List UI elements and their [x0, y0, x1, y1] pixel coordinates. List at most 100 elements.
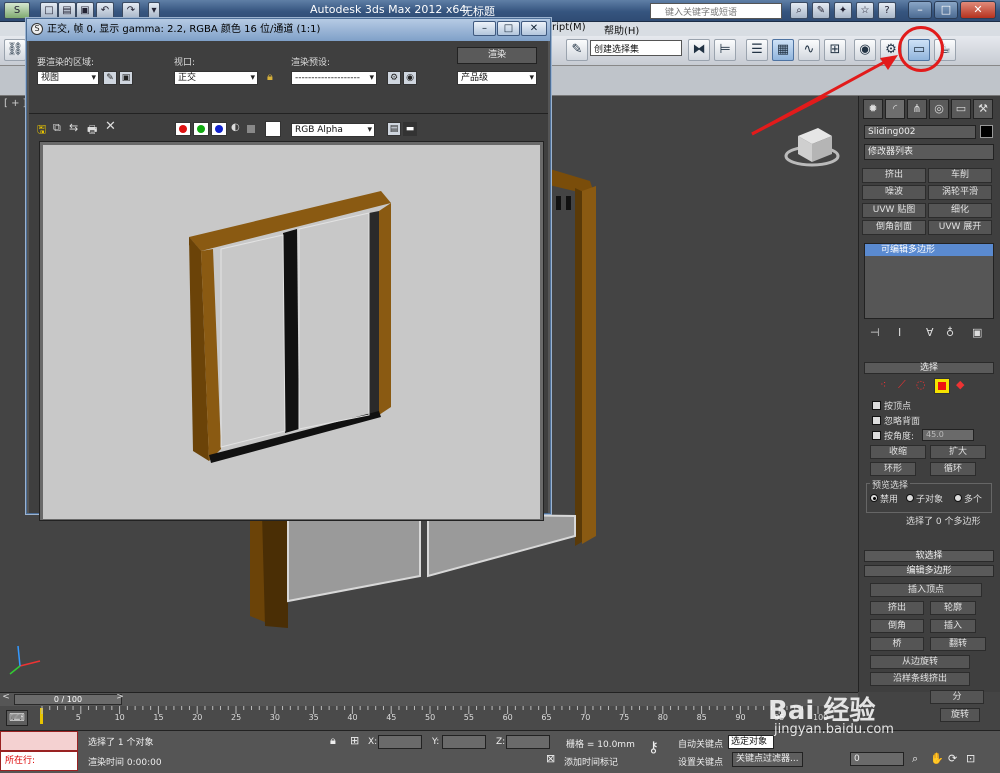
by-angle-checkbox[interactable] [872, 431, 881, 440]
z-coordinate-field[interactable] [506, 735, 550, 749]
outline-button[interactable]: 轮廓 [930, 601, 976, 615]
render-canvas[interactable] [43, 145, 540, 519]
render-window-maximize-icon[interactable]: □ [497, 21, 520, 36]
object-color-swatch[interactable] [980, 125, 993, 138]
rollout-selection-header[interactable]: 选择 [864, 362, 994, 374]
background-color-swatch[interactable] [265, 121, 281, 137]
make-unique-icon[interactable]: ∀ [926, 326, 934, 339]
save-image-icon[interactable]: 🖫︎ [37, 121, 46, 140]
set-key-mode-icon[interactable]: ⚷ [648, 738, 659, 756]
pan-icon[interactable]: ✋ [930, 752, 944, 765]
modifier-button-tessellate[interactable]: 细化 [928, 203, 992, 218]
remove-modifier-icon[interactable]: ♁ [946, 326, 954, 339]
flip-button[interactable]: 翻转 [930, 637, 986, 651]
zoom-icon[interactable]: ⌕ [912, 752, 918, 766]
render-setup-small-icon[interactable]: ⚙ [387, 71, 401, 85]
toggle-ui-icon[interactable]: ▬ [403, 122, 417, 136]
render-button[interactable]: 渲染 [457, 47, 537, 64]
inset-button[interactable]: 插入 [930, 619, 976, 633]
render-window-close-icon[interactable]: ✕ [521, 21, 547, 36]
lock-viewport-icon[interactable]: 🔒︎ [267, 70, 273, 84]
rendered-frame-window[interactable]: 正交, 帧 0, 显示 gamma: 2.2, RGBA 颜色 16 位/通道 … [26, 18, 551, 521]
add-time-tag-text[interactable]: 添加时间标记 [564, 755, 618, 768]
modifier-button-lathe[interactable]: 车削 [928, 168, 992, 183]
insert-vertex-button[interactable]: 插入顶点 [870, 583, 982, 597]
edge-mode-icon[interactable]: ⟋ [898, 378, 906, 392]
display-channel-dropdown[interactable]: RGB Alpha [291, 123, 375, 137]
ring-button[interactable]: 环形 [870, 462, 916, 476]
selected-object-dropdown[interactable]: 选定对象 [728, 735, 774, 749]
clone-window-icon[interactable]: ⇆ [69, 121, 78, 134]
render-window-title[interactable]: 正交, 帧 0, 显示 gamma: 2.2, RGBA 颜色 16 位/通道 … [27, 19, 550, 41]
viewport-dropdown[interactable]: 正交 [174, 71, 258, 85]
time-slider-next-icon[interactable]: > [114, 692, 126, 706]
toggle-ui-overlay-icon[interactable]: ▤ [387, 122, 401, 136]
auto-region-icon[interactable]: ▣ [119, 71, 133, 85]
object-name-field[interactable]: Sliding002 [864, 125, 976, 139]
maximize-viewport-icon[interactable]: ⊡ [966, 752, 975, 765]
hierarchy-tab-icon[interactable]: ⋔ [907, 99, 927, 119]
grow-button[interactable]: 扩大 [930, 445, 986, 459]
time-slider-track[interactable] [0, 692, 858, 706]
motion-tab-icon[interactable]: ◎ [929, 99, 949, 119]
subdivide-button[interactable]: 分 [930, 690, 984, 704]
render-preset-dropdown[interactable]: -------------------- [291, 71, 377, 85]
display-tab-icon[interactable]: ▭ [951, 99, 971, 119]
monochrome-icon[interactable] [247, 125, 255, 133]
preview-off-radio[interactable] [870, 494, 878, 502]
turn-button[interactable]: 旋转 [940, 708, 980, 722]
render-window-minimize-icon[interactable]: – [473, 21, 496, 36]
modify-tab-icon[interactable]: ◜ [885, 99, 905, 119]
angle-spinner[interactable]: 45.0 [922, 429, 974, 441]
ignore-backfacing-checkbox[interactable] [872, 416, 881, 425]
green-channel-toggle[interactable] [193, 122, 209, 136]
element-mode-icon[interactable]: ◆ [956, 378, 964, 391]
modifier-button-bevel-profile[interactable]: 倒角剖面 [862, 220, 926, 235]
set-key-label[interactable]: 设置关键点 [678, 755, 723, 768]
extrude-along-spline-button[interactable]: 沿样条线挤出 [870, 672, 970, 686]
clear-image-icon[interactable]: ✕ [105, 119, 116, 134]
bevel-button[interactable]: 倒角 [870, 619, 924, 633]
rollout-soft-selection-header[interactable]: 软选择 [864, 550, 994, 562]
orbit-icon[interactable]: ⟳ [948, 752, 957, 765]
rollout-edit-polygons-header[interactable]: 编辑多边形 [864, 565, 994, 577]
border-mode-icon[interactable]: ◌ [916, 378, 926, 391]
preview-multi-radio[interactable] [954, 494, 962, 502]
mini-curve-editor-icon[interactable]: ⌨ [6, 710, 28, 726]
y-coordinate-field[interactable] [442, 735, 486, 749]
selection-lock-icon[interactable]: 🔒︎ [330, 734, 336, 748]
configure-modifier-sets-icon[interactable]: ▣ [972, 326, 982, 339]
show-end-result-icon[interactable]: Ⅰ [898, 326, 901, 339]
environment-effects-icon[interactable]: ◉ [403, 71, 417, 85]
bridge-button[interactable]: 桥 [870, 637, 924, 651]
x-coordinate-field[interactable] [378, 735, 422, 749]
edit-region-icon[interactable]: ✎ [103, 71, 117, 85]
print-image-icon[interactable]: 🖶︎ [87, 121, 97, 140]
modifier-button-uvw-map[interactable]: UVW 贴图 [862, 203, 926, 218]
maxscript-listener-top[interactable] [0, 731, 78, 751]
area-to-render-dropdown[interactable]: 视图 [37, 71, 99, 85]
red-channel-toggle[interactable] [175, 122, 191, 136]
shrink-button[interactable]: 收缩 [870, 445, 926, 459]
by-vertex-checkbox[interactable] [872, 401, 881, 410]
modifier-button-noise[interactable]: 噪波 [862, 185, 926, 200]
alpha-channel-icon[interactable]: ◐ [231, 122, 240, 133]
maxscript-listener-bottom[interactable]: 所在行: [0, 751, 78, 771]
utilities-tab-icon[interactable]: ⚒ [973, 99, 993, 119]
modifier-button-extrude[interactable]: 挤出 [862, 168, 926, 183]
time-tag-icon[interactable]: ⊠ [546, 752, 555, 765]
stack-item-editable-poly[interactable]: 可编辑多边形 [865, 244, 993, 256]
modifier-button-turbosmooth[interactable]: 涡轮平滑 [928, 185, 992, 200]
current-frame-field[interactable]: 0 [850, 752, 904, 766]
time-slider-thumb[interactable]: 0 / 100 [14, 694, 122, 705]
copy-image-icon[interactable]: ⧉ [53, 121, 61, 135]
auto-key-label[interactable]: 自动关键点 [678, 737, 723, 750]
polygon-mode-icon[interactable] [934, 378, 950, 394]
key-filters-button[interactable]: 关键点过滤器... [732, 752, 803, 767]
absolute-mode-icon[interactable]: ⊞ [350, 734, 359, 747]
create-tab-icon[interactable]: ✹ [863, 99, 883, 119]
hinge-from-edge-button[interactable]: 从边旋转 [870, 655, 970, 669]
blue-channel-toggle[interactable] [211, 122, 227, 136]
vertex-mode-icon[interactable]: ⁖ [880, 378, 886, 391]
render-quality-dropdown[interactable]: 产品级 [457, 71, 537, 85]
